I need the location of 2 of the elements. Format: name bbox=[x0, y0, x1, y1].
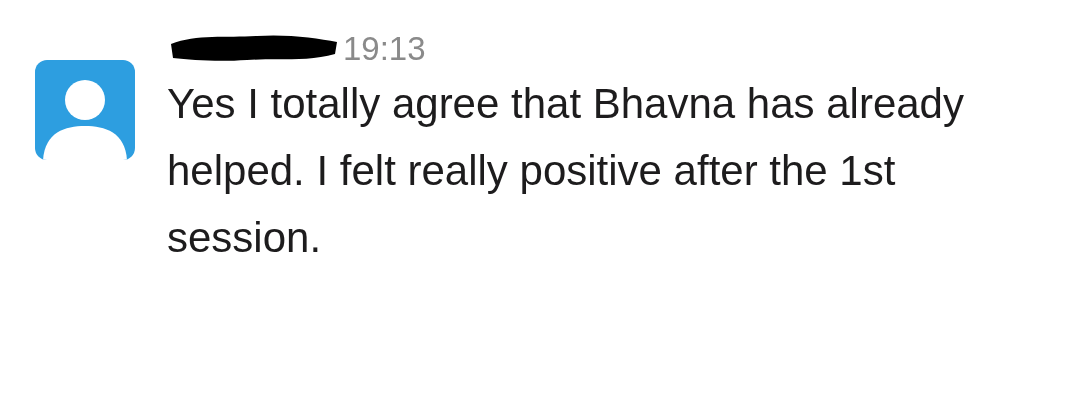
timestamp: 19:13 bbox=[343, 31, 426, 65]
message-text: Yes I totally agree that Bhavna has already helped. I felt really positive after the 1st session. bbox=[167, 79, 965, 263]
